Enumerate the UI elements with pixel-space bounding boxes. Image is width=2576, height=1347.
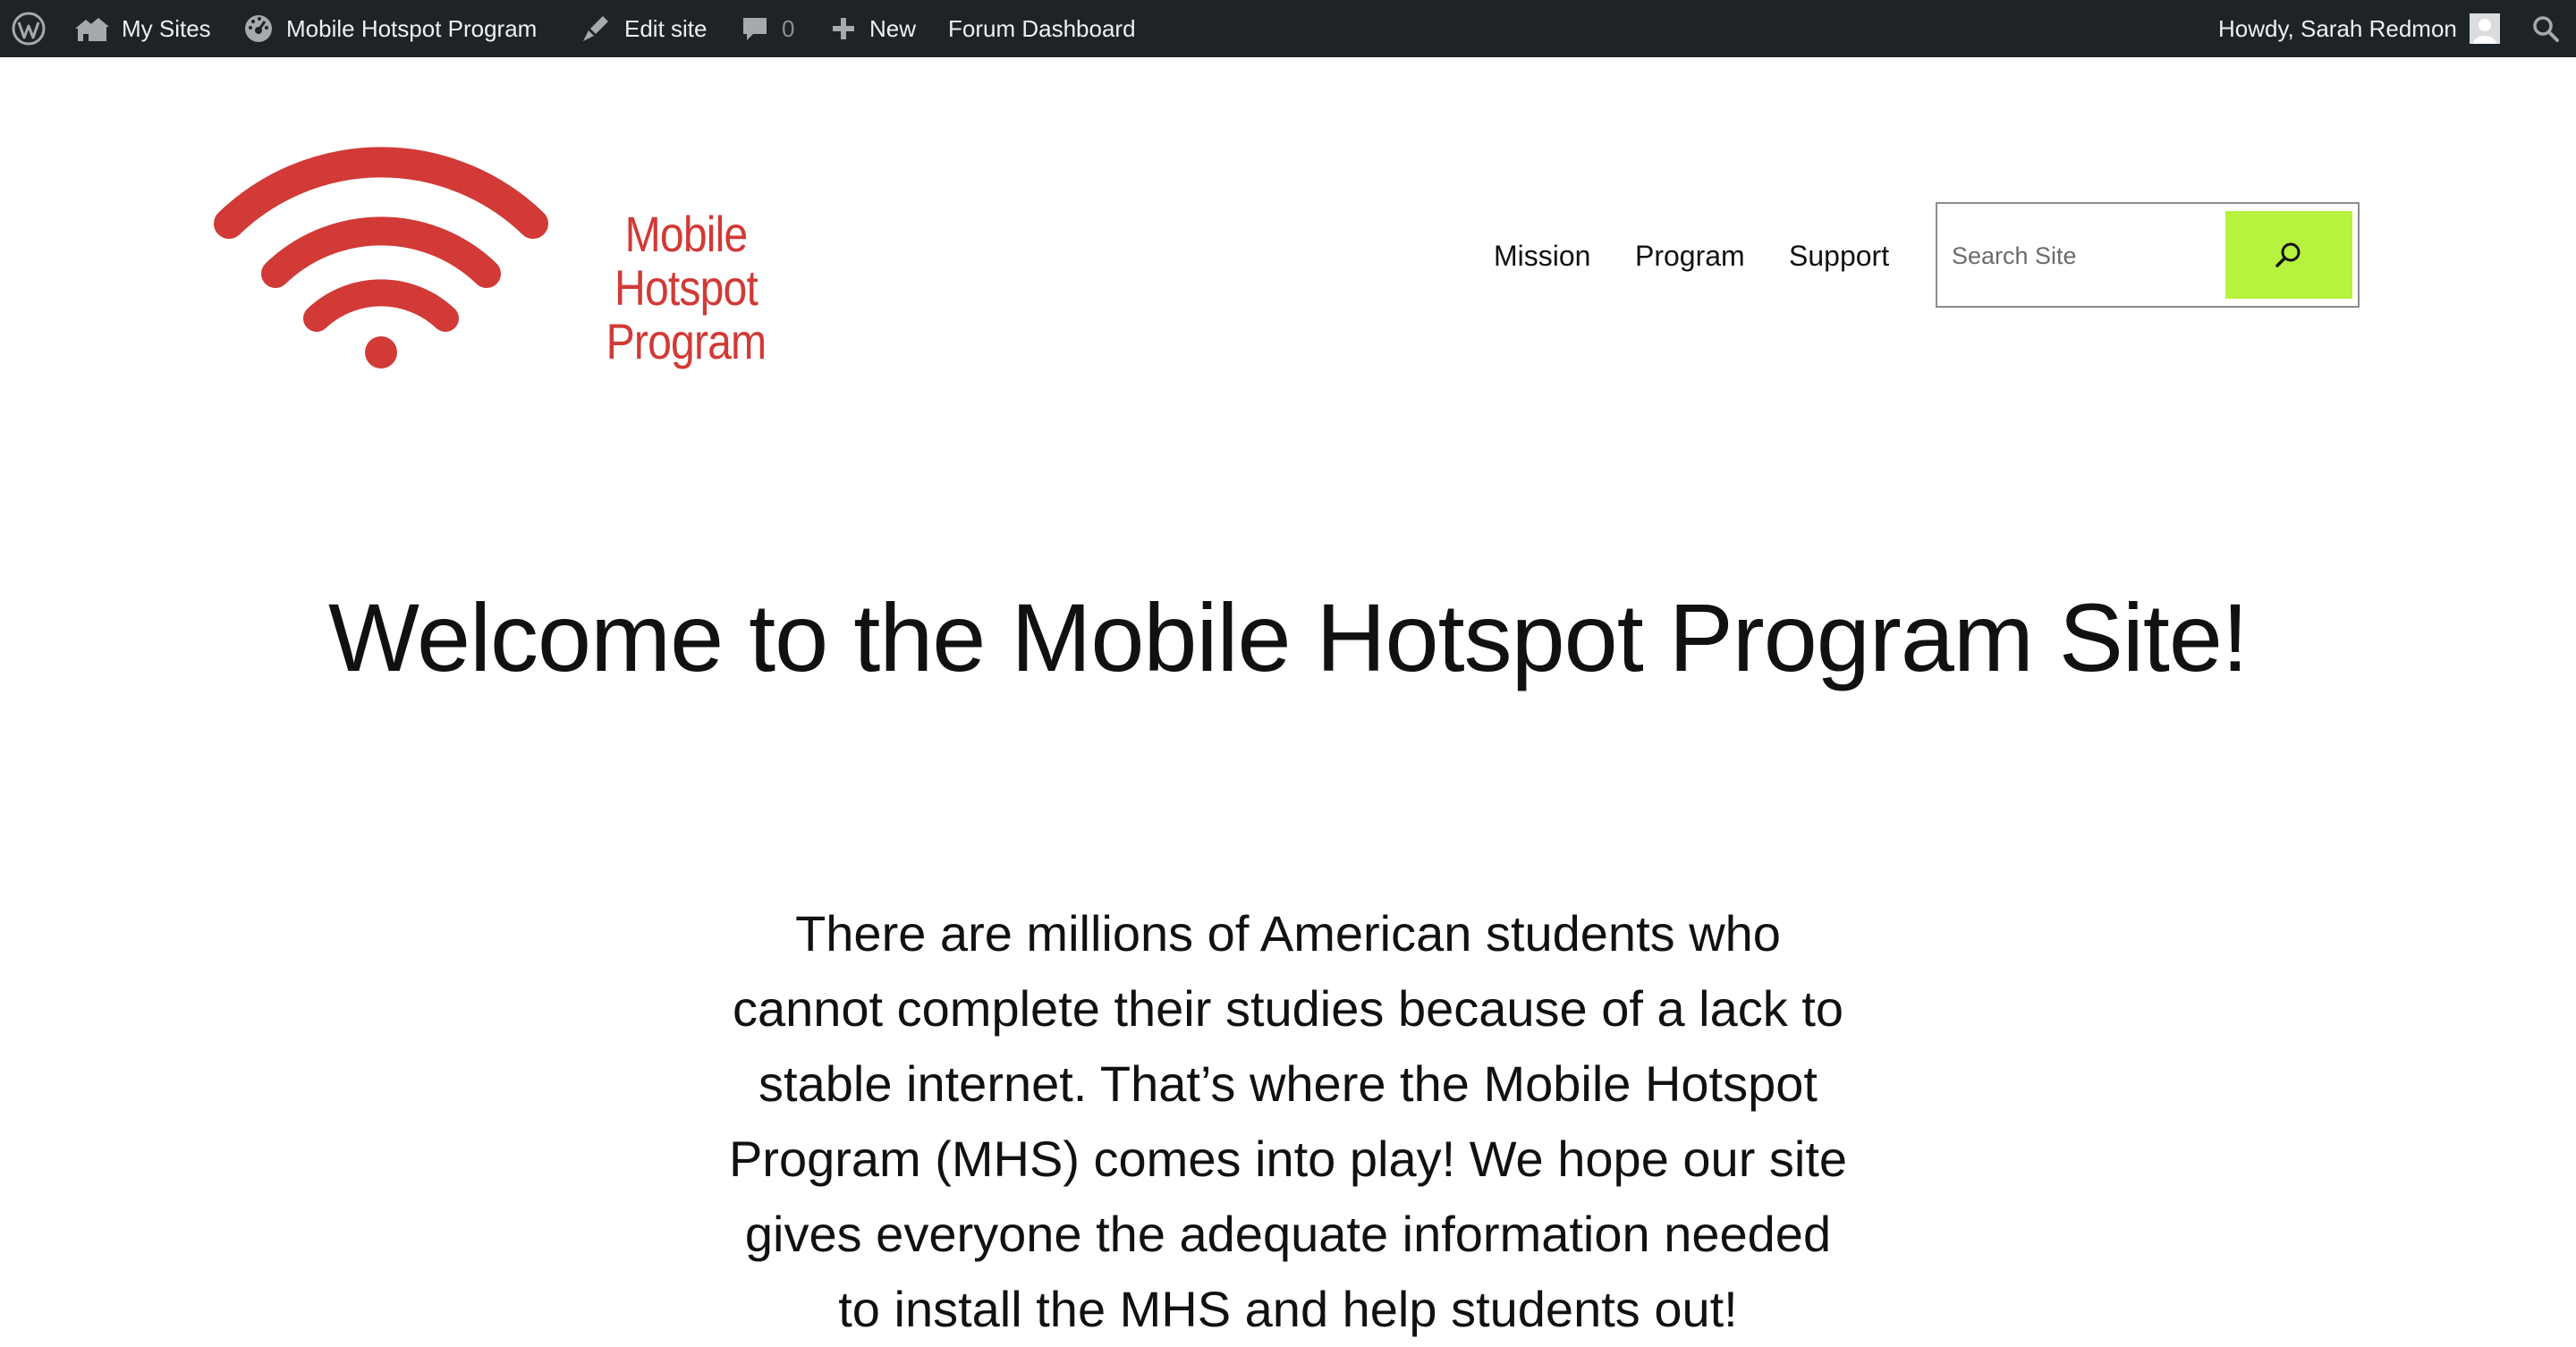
site-name-menu[interactable]: Mobile Hotspot Program: [243, 0, 537, 57]
logo-text-line-1: Mobile Hotspot: [614, 206, 758, 316]
nav-item-support[interactable]: Support: [1789, 229, 1889, 283]
new-content-menu[interactable]: New: [830, 0, 916, 57]
edit-site-link[interactable]: Edit site: [580, 0, 708, 57]
search-icon: [2275, 242, 2301, 267]
intro-line: to install the MHS and help students out…: [838, 1281, 1738, 1337]
dashboard-icon: [243, 13, 274, 44]
account-menu[interactable]: Howdy, Sarah Redmon: [2218, 0, 2500, 57]
edit-site-label: Edit site: [624, 14, 708, 42]
search-button[interactable]: [2225, 211, 2352, 299]
edit-brush-icon: [580, 13, 612, 45]
search-icon: [2531, 14, 2560, 43]
my-sites-icon: [73, 14, 109, 43]
wordpress-menu[interactable]: [11, 0, 47, 57]
forum-dashboard-link[interactable]: Forum Dashboard: [948, 0, 1136, 57]
intro-line: gives everyone the adequate information …: [744, 1206, 1832, 1262]
comment-bubble-icon: [741, 14, 769, 43]
intro-line: stable internet. That’s where the Mobile…: [758, 1055, 1818, 1112]
site-search-form: [1936, 202, 2360, 308]
my-sites-label: My Sites: [122, 14, 211, 42]
my-sites-menu[interactable]: My Sites: [73, 0, 211, 57]
intro-line: There are millions of American students …: [795, 905, 1781, 962]
greeting-text: Howdy, Sarah Redmon: [2218, 14, 2457, 42]
admin-search-toggle[interactable]: [2531, 0, 2560, 57]
avatar: [2469, 13, 2500, 44]
new-label: New: [869, 14, 917, 42]
comments-link[interactable]: 0: [741, 0, 794, 57]
intro-paragraph: There are millions of American students …: [698, 896, 1878, 1347]
wifi-signal-icon: [214, 147, 548, 369]
plus-icon: [830, 15, 857, 42]
admin-bar: My Sites Mobile Hotspot Program Edit sit…: [0, 0, 2576, 57]
nav-item-program[interactable]: Program: [1635, 229, 1745, 283]
wordpress-logo-icon: [11, 11, 47, 47]
logo-text: Mobile Hotspot Program: [571, 208, 801, 369]
page-title: Welcome to the Mobile Hotspot Program Si…: [328, 583, 2249, 691]
logo-text-line-2: Program: [606, 313, 767, 369]
intro-line: cannot complete their studies because of…: [732, 980, 1844, 1037]
forum-dashboard-label: Forum Dashboard: [948, 14, 1136, 42]
search-input[interactable]: [1950, 208, 2231, 304]
nav-item-mission[interactable]: Mission: [1494, 229, 1590, 283]
user-avatar-icon: [2472, 19, 2496, 44]
site-name-label: Mobile Hotspot Program: [286, 14, 538, 42]
comments-count: 0: [782, 14, 795, 42]
site-logo[interactable]: Mobile Hotspot Program: [211, 140, 891, 372]
intro-line: Program (MHS) comes into play! We hope o…: [728, 1131, 1848, 1187]
